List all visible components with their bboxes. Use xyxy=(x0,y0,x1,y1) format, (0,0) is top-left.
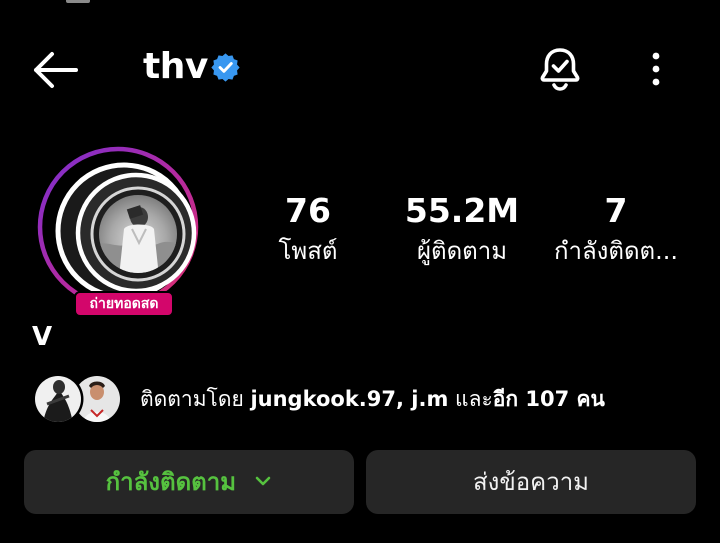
more-options-button[interactable] xyxy=(642,50,670,88)
profile-username: thv xyxy=(143,46,208,87)
mutual-followers-avatars[interactable] xyxy=(32,372,125,426)
followed-by-prefix: ติดตามโดย xyxy=(140,387,251,411)
following-button-label: กำลังติดตาม xyxy=(105,468,237,496)
verified-badge-icon xyxy=(211,53,240,82)
bell-check-icon xyxy=(540,48,580,91)
live-badge: ถ่ายทอดสด xyxy=(74,291,174,317)
followed-by-connector: และ xyxy=(448,387,493,411)
arrow-left-icon xyxy=(34,52,78,88)
more-vertical-icon xyxy=(652,52,660,86)
back-button[interactable] xyxy=(28,48,84,92)
notifications-button[interactable] xyxy=(538,46,582,92)
followed-by-text[interactable]: ติดตามโดย jungkook.97, j.m และอีก 107 คน xyxy=(140,383,605,415)
message-button-label: ส่งข้อความ xyxy=(472,468,589,496)
profile-avatar[interactable] xyxy=(36,145,201,310)
following-label: กำลังติดต... xyxy=(553,237,679,265)
message-button[interactable]: ส่งข้อความ xyxy=(366,450,696,514)
following-count: 7 xyxy=(604,191,628,230)
followed-by-others: อีก 107 คน xyxy=(492,387,605,411)
chevron-down-icon xyxy=(256,476,271,486)
followed-by-names: jungkook.97, j.m xyxy=(250,387,449,411)
following-button[interactable]: กำลังติดตาม xyxy=(24,450,354,514)
following-stat[interactable]: 7 กำลังติดต... xyxy=(521,190,711,268)
display-name: V xyxy=(32,322,53,352)
status-bar-fragment xyxy=(66,0,90,3)
